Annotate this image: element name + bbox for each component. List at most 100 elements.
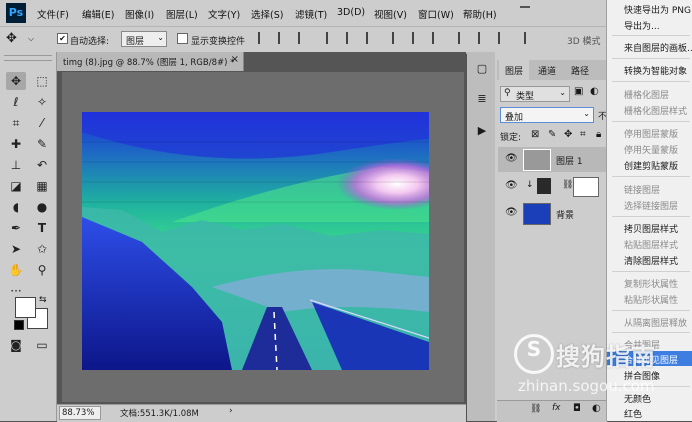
zoom-field[interactable]: 88.73% — [59, 406, 101, 420]
adjustment-layer-icon[interactable]: ◐ — [592, 403, 601, 414]
menu-link-layers[interactable]: 链接图层 — [624, 183, 660, 196]
play-icon[interactable]: ▶ — [472, 124, 492, 142]
distribute-bottom-icon[interactable] — [432, 32, 445, 44]
document-tab[interactable]: timg (8).jpg @ 88.7% (图层 1, RGB/8#) * × — [57, 52, 244, 71]
menu-release-isolation[interactable]: 从隔离图层释放 — [624, 316, 687, 329]
menu-window[interactable]: 窗口(W) — [418, 7, 454, 21]
swap-colors-icon[interactable]: ⇆ — [39, 295, 47, 305]
pen-tool-icon[interactable]: ✒ — [6, 219, 26, 237]
align-top-icon[interactable] — [326, 32, 339, 44]
menu-file[interactable]: 文件(F) — [37, 7, 69, 21]
distribute-top-icon[interactable] — [392, 32, 405, 44]
magic-wand-icon[interactable]: ✧ — [32, 93, 52, 111]
add-mask-icon[interactable]: ◘ — [573, 403, 581, 414]
status-arrow-icon[interactable]: › — [229, 406, 233, 416]
distribute-hcenter-icon[interactable] — [478, 32, 491, 44]
default-colors-icon[interactable] — [14, 320, 24, 330]
align-right-icon[interactable] — [298, 32, 311, 44]
menu-create-clipping-mask[interactable]: 创建剪贴蒙版 — [624, 159, 678, 172]
menu-help[interactable]: 帮助(H) — [463, 7, 497, 21]
menu-view[interactable]: 视图(V) — [374, 7, 407, 21]
quick-mask-icon[interactable]: ◙ — [6, 336, 26, 354]
menu-disable-vector-mask[interactable]: 停用矢量蒙版 — [624, 143, 678, 156]
menu-image[interactable]: 图像(I) — [125, 7, 154, 21]
auto-align-icon[interactable] — [524, 32, 537, 44]
distribute-right-icon[interactable] — [498, 32, 511, 44]
crop-tool-icon[interactable]: ⌗ — [6, 114, 26, 132]
fx-icon[interactable]: fx — [552, 403, 561, 413]
eyedropper-icon[interactable]: ⁄ — [32, 114, 52, 132]
brush-tool-icon[interactable]: ✎ — [32, 135, 52, 153]
eye-icon[interactable]: 👁︎ — [505, 153, 518, 164]
menu-paste-layer-style[interactable]: 粘贴图层样式 — [624, 238, 678, 251]
menu-3d[interactable]: 3D(D) — [337, 7, 365, 18]
history-brush-icon[interactable]: ↶ — [32, 156, 52, 174]
adjust-panel-icon[interactable]: ≣ — [472, 92, 492, 110]
screen-mode-icon[interactable]: ▭ — [32, 336, 52, 354]
foreground-color-swatch[interactable] — [15, 297, 36, 318]
filter-adjust-icon[interactable]: ◐ — [590, 86, 599, 97]
menu-select-linked-layers[interactable]: 选择链接图层 — [624, 199, 678, 212]
hand-tool-icon[interactable]: ✋ — [6, 261, 26, 279]
custom-shape-icon[interactable]: ✩ — [32, 240, 52, 258]
menu-red[interactable]: 红色 — [624, 407, 642, 420]
lock-brush-icon[interactable]: ✎ — [548, 129, 556, 140]
menu-export-as[interactable]: 导出为... — [624, 19, 660, 32]
menu-layer[interactable]: 图层(L) — [166, 7, 198, 21]
lock-pixels-icon[interactable]: ⊠ — [531, 129, 539, 140]
eye-icon[interactable]: 👁︎ — [505, 180, 518, 191]
eye-icon[interactable]: 👁︎ — [505, 207, 518, 218]
tab-channels[interactable]: 通道 — [538, 64, 556, 77]
zoom-tool-icon[interactable]: ⚲ — [32, 261, 52, 279]
canvas-image[interactable] — [82, 112, 429, 370]
move-tool-icon[interactable]: ✥ — [6, 31, 17, 46]
layer-name[interactable]: 图层 1 — [556, 154, 583, 167]
move-tool-icon[interactable]: ✥ — [6, 72, 26, 90]
layer-mask-thumbnail[interactable] — [573, 177, 599, 197]
layer-name[interactable]: 背景 — [556, 208, 574, 221]
lock-position-icon[interactable]: ✥ — [564, 129, 572, 140]
distribute-vcenter-icon[interactable] — [412, 32, 425, 44]
marquee-tool-icon[interactable]: ⬚ — [32, 72, 52, 90]
menu-edit[interactable]: 编辑(E) — [82, 7, 114, 21]
filter-image-icon[interactable]: ▣ — [574, 86, 583, 97]
menu-copy-shape-attrs[interactable]: 复制形状属性 — [624, 277, 678, 290]
lasso-tool-icon[interactable]: ℓ — [6, 93, 26, 111]
link-layers-icon[interactable]: ⛓︎ — [530, 404, 541, 414]
path-select-icon[interactable]: ➤ — [6, 240, 26, 258]
align-hcenter-icon[interactable] — [278, 32, 291, 44]
menu-paste-shape-attrs[interactable]: 粘贴形状属性 — [624, 293, 678, 306]
blend-mode-dropdown[interactable]: 叠加 ⌄ — [500, 107, 594, 123]
chevron-down-icon[interactable]: ⌵ — [28, 34, 34, 44]
menu-copy-layer-style[interactable]: 拷贝图层样式 — [624, 222, 678, 235]
clone-stamp-icon[interactable]: ⊥ — [6, 156, 26, 174]
menu-rasterize-style[interactable]: 栅格化图层样式 — [624, 104, 687, 117]
menu-quick-export-png[interactable]: 快速导出为 PNG — [624, 3, 691, 16]
lock-all-icon[interactable]: 🔒︎ — [596, 129, 601, 140]
doc-info[interactable]: 文档:551.3K/1.08M — [120, 407, 199, 419]
show-transform-checkbox[interactable] — [177, 33, 188, 44]
menu-type[interactable]: 文字(Y) — [208, 7, 240, 21]
menu-select[interactable]: 选择(S) — [251, 7, 283, 21]
link-icon[interactable]: ⛓︎ — [562, 180, 573, 190]
auto-select-dropdown[interactable]: 图层 ⌄ — [121, 31, 167, 47]
filter-kind-dropdown[interactable]: ⚲ 类型 ⌄ — [500, 86, 570, 102]
lock-artboard-icon[interactable]: ⌗ — [580, 129, 586, 140]
menu-filter[interactable]: 滤镜(T) — [295, 7, 327, 21]
healing-brush-icon[interactable]: ✚ — [6, 135, 26, 153]
menu-clear-layer-style[interactable]: 清除图层样式 — [624, 254, 678, 267]
auto-select-checkbox[interactable]: ✔ — [57, 33, 68, 44]
minimize-icon[interactable] — [520, 6, 530, 8]
align-vcenter-icon[interactable] — [346, 32, 359, 44]
menu-rasterize-layer[interactable]: 栅格化图层 — [624, 88, 669, 101]
eraser-tool-icon[interactable]: ◪ — [6, 177, 26, 195]
menu-artboard-from-layers[interactable]: 来自图层的画板... — [624, 41, 692, 54]
close-icon[interactable]: × — [231, 54, 239, 65]
align-left-icon[interactable] — [258, 32, 271, 44]
align-bottom-icon[interactable] — [366, 32, 379, 44]
blur-tool-icon[interactable]: ◖ — [6, 198, 26, 216]
type-tool-icon[interactable]: T — [32, 219, 52, 237]
distribute-left-icon[interactable] — [458, 32, 471, 44]
dodge-tool-icon[interactable]: ● — [32, 198, 52, 216]
menu-convert-smart-object[interactable]: 转换为智能对象 — [624, 64, 687, 77]
